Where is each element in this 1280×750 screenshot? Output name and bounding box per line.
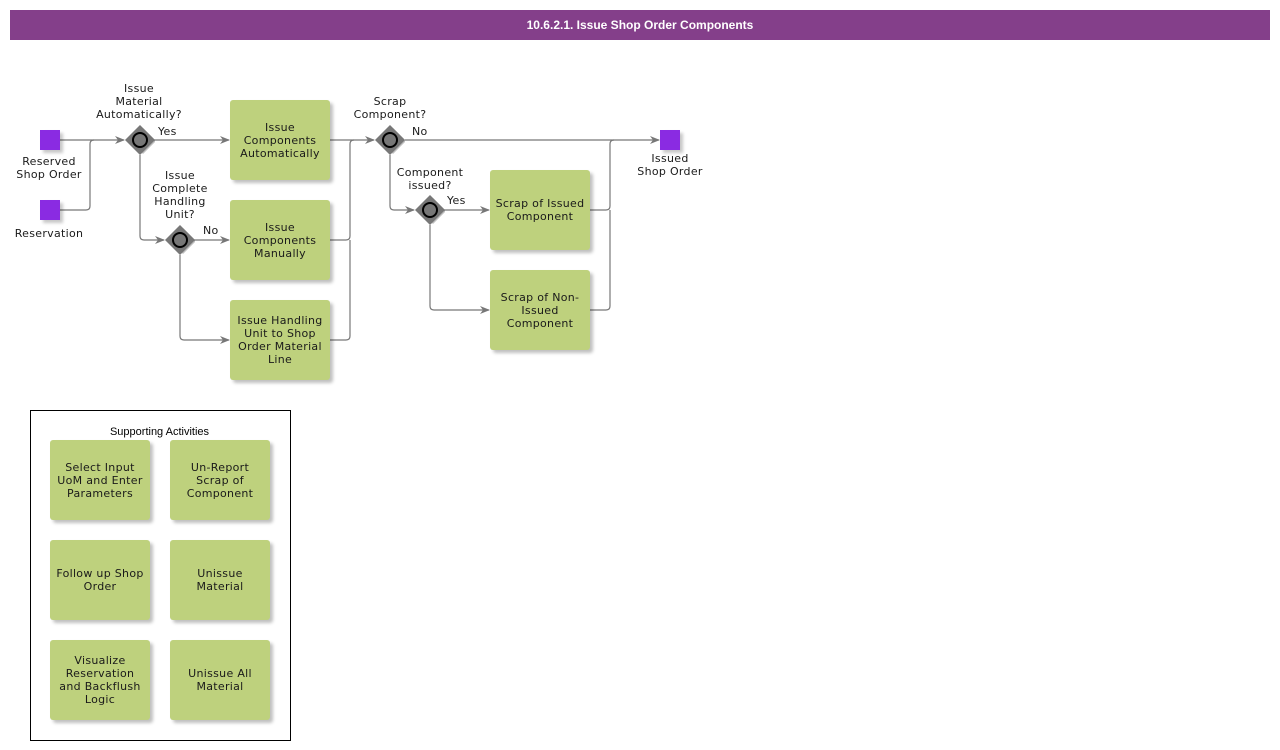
flow-label-no: No bbox=[412, 125, 428, 138]
flow-manual-to-gw3 bbox=[330, 139, 355, 241]
start-event-reservation-label: Reservation bbox=[14, 227, 84, 240]
gateway-scrap-component[interactable] bbox=[375, 125, 405, 155]
start-event-reservation[interactable] bbox=[40, 200, 60, 220]
gateway-component-issued[interactable] bbox=[415, 195, 445, 225]
flow-label-no: No bbox=[203, 224, 219, 237]
gateway-circle-icon bbox=[422, 202, 438, 218]
flow-scrap-nonissued-to-end bbox=[590, 210, 611, 311]
gateway-component-issued-label: Component issued? bbox=[396, 166, 464, 192]
gateway-issue-complete-handling-unit[interactable] bbox=[165, 225, 195, 255]
flow-label-yes: Yes bbox=[447, 194, 466, 207]
gateway-issue-complete-handling-unit-label: Issue Complete Handling Unit? bbox=[152, 169, 208, 221]
task-issue-components-manually[interactable]: Issue Components Manually bbox=[230, 200, 330, 280]
support-task[interactable]: Unissue All Material bbox=[170, 640, 270, 720]
flow-gw2-to-hu bbox=[179, 255, 230, 344]
support-task[interactable]: Unissue Material bbox=[170, 540, 270, 620]
support-task[interactable]: Select Input UoM and Enter Parameters bbox=[50, 440, 150, 520]
end-event-issued-shop-order-label: Issued Shop Order bbox=[637, 152, 703, 178]
gateway-issue-material-automatically[interactable] bbox=[125, 125, 155, 155]
gateway-circle-icon bbox=[382, 132, 398, 148]
task-scrap-issued-component[interactable]: Scrap of Issued Component bbox=[490, 170, 590, 250]
task-issue-components-automatically[interactable]: Issue Components Automatically bbox=[230, 100, 330, 180]
task-issue-handling-unit[interactable]: Issue Handling Unit to Shop Order Materi… bbox=[230, 300, 330, 380]
gateway-issue-material-automatically-label: Issue Material Automatically? bbox=[96, 82, 182, 121]
flow-hu-to-gw3 bbox=[330, 240, 351, 341]
support-task[interactable]: Un-Report Scrap of Component bbox=[170, 440, 270, 520]
end-event-issued-shop-order[interactable] bbox=[660, 130, 680, 150]
flow-scrap-issued-to-end bbox=[590, 139, 615, 211]
start-event-reserved-shop-order-label: Reserved Shop Order bbox=[16, 155, 82, 181]
support-task[interactable]: Visualize Reservation and Backflush Logi… bbox=[50, 640, 150, 720]
flow-label-yes: Yes bbox=[158, 125, 177, 138]
start-event-reserved-shop-order[interactable] bbox=[40, 130, 60, 150]
supporting-activities-title: Supporting Activities bbox=[109, 426, 210, 438]
task-scrap-non-issued-component[interactable]: Scrap of Non-Issued Component bbox=[490, 270, 590, 350]
gateway-circle-icon bbox=[132, 132, 148, 148]
flow-gw4-to-nonissued bbox=[429, 225, 490, 314]
gateway-circle-icon bbox=[172, 232, 188, 248]
support-task[interactable]: Follow up Shop Order bbox=[50, 540, 150, 620]
gateway-scrap-component-label: Scrap Component? bbox=[353, 95, 427, 121]
